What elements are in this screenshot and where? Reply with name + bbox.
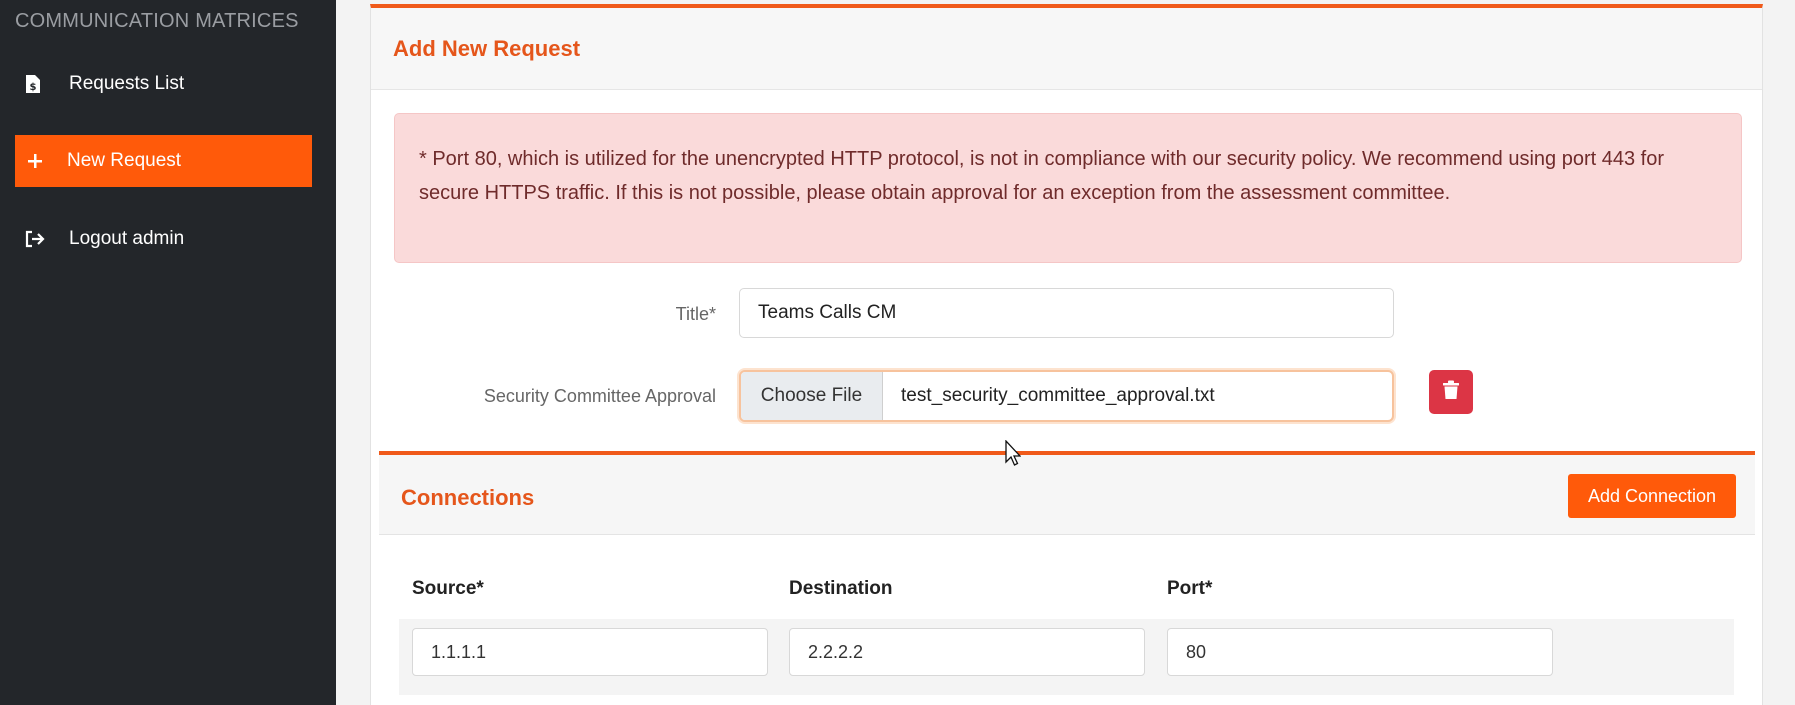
svg-text:$: $ xyxy=(30,82,37,93)
mouse-cursor-icon xyxy=(1005,439,1022,471)
sidebar-item-new-request[interactable]: New Request xyxy=(15,135,312,187)
card-header: Add New Request xyxy=(371,8,1762,90)
choose-file-button[interactable]: Choose File xyxy=(741,372,883,420)
title-label: Title* xyxy=(675,304,716,324)
connections-title: Connections xyxy=(401,485,535,510)
sidebar-item-label: Logout admin xyxy=(69,228,185,249)
logout-icon xyxy=(25,230,53,248)
delete-file-button[interactable] xyxy=(1429,370,1473,414)
destination-input[interactable]: 2.2.2.2 xyxy=(789,628,1145,676)
new-request-card: Add New Request * Port 80, which is util… xyxy=(370,4,1763,705)
column-header-port: Port* xyxy=(1167,578,1213,599)
security-approval-label: Security Committee Approval xyxy=(483,386,716,406)
column-header-destination: Destination xyxy=(789,578,893,599)
column-header-source: Source* xyxy=(412,578,484,599)
sidebar-heading: COMMUNICATION MATRICES xyxy=(15,10,299,32)
sidebar-item-label: Requests List xyxy=(69,73,185,94)
trash-icon xyxy=(1442,380,1460,405)
page-title: Add New Request xyxy=(393,36,581,61)
sidebar-item-requests-list[interactable]: $ Requests List xyxy=(15,58,312,110)
add-connection-button[interactable]: Add Connection xyxy=(1568,474,1736,518)
security-approval-file-input[interactable]: Choose File test_security_committee_appr… xyxy=(739,370,1394,422)
connections-header: Connections Add Connection xyxy=(379,455,1755,535)
plus-icon xyxy=(27,153,55,169)
sidebar: COMMUNICATION MATRICES $ Requests List N… xyxy=(0,0,336,705)
port-warning-alert: * Port 80, which is utilized for the une… xyxy=(394,113,1742,263)
title-input[interactable]: Teams Calls CM xyxy=(739,288,1394,338)
sidebar-item-logout[interactable]: Logout admin xyxy=(15,213,312,265)
port-input[interactable]: 80 xyxy=(1167,628,1553,676)
selected-file-name: test_security_committee_approval.txt xyxy=(901,385,1215,406)
connections-card: Connections Add Connection Source* Desti… xyxy=(379,451,1755,705)
sidebar-item-label: New Request xyxy=(67,150,182,171)
source-input[interactable]: 1.1.1.1 xyxy=(412,628,768,676)
file-dollar-icon: $ xyxy=(25,74,53,94)
